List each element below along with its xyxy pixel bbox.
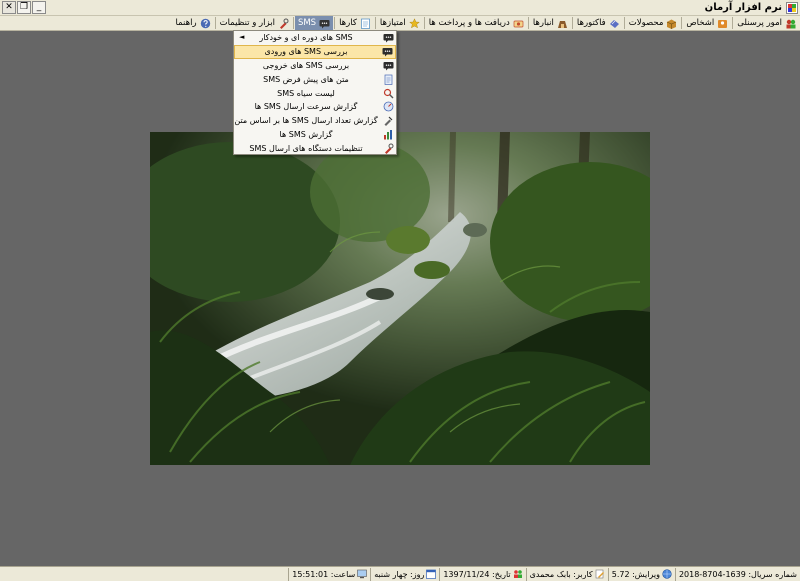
sms-menu-item[interactable]: بررسی SMS های خروجی [234,59,396,73]
menu-item-tools[interactable]: ابزار و تنظیمات [217,16,292,30]
menu-item-payment[interactable]: دریافت ها و پرداخت ها [426,16,527,30]
time-text: ساعت: 15:51:01 [292,569,356,579]
sms-dropdown-menu: SMS های دوره ای و خودکار ◄ بررسی SMS های و… [233,30,397,155]
date-text: تاریخ: 1397/11/24 [443,569,511,579]
sms-bubble-icon [383,34,394,43]
sms-bubble-icon [383,61,394,71]
menu-item-label: امتیازها [379,18,406,28]
menu-item-label: راهنما [175,18,197,28]
menu-separator [374,17,376,29]
user-text: کاربر: بابک محمدی [529,569,593,579]
sms-menu-item-label: گزارش تعداد ارسال SMS ها بر اساس متن [234,116,378,126]
sms-menu-item-label: لیست سیاه SMS [277,88,335,98]
menu-bar: امور پرسنلی اشخاص محصولات فاکتورها انبارها در… [0,16,800,31]
menu-item-help[interactable]: راهنما [173,16,214,30]
sms-menu-item-label: بررسی SMS های خروجی [262,60,350,70]
status-user: کاربر: بابک محمدی [525,567,608,581]
menu-separator [571,17,573,29]
sms-menu-item[interactable]: گزارش سرعت ارسال SMS ها [234,100,396,114]
window-title: نرم افزار آرمان [704,2,782,13]
invoice-icon [609,19,619,28]
contacts-icon [718,19,728,28]
edit-icon [595,569,604,579]
payment-icon [513,20,524,27]
sms-menu-item-label: SMS های دوره ای و خودکار [259,33,353,43]
people-icon [513,570,522,578]
forest-stream-photo [150,132,650,465]
restore-button[interactable]: ❐ [17,1,31,14]
menu-item-label: محصولات [628,18,664,28]
sms-menu-item[interactable]: SMS های دوره ای و خودکار ◄ [234,31,396,45]
sms-menu-item[interactable]: متن های پیش فرض SMS [234,72,396,86]
title-bar: ✕ ❐ _ نرم افزار آرمان [0,0,800,16]
document-icon [384,74,393,85]
tools-report-icon [384,116,393,127]
sms-icon [319,19,330,28]
status-date: تاریخ: 1397/11/24 [439,567,525,581]
menu-item-contacts[interactable]: اشخاص [683,16,731,30]
sms-menu-item[interactable]: بررسی SMS های ورودی [234,44,396,59]
menu-item-box[interactable]: محصولات [626,16,681,30]
submenu-arrow-icon: ◄ [239,33,245,41]
sms-menu-item[interactable]: لیست سیاه SMS [234,86,396,100]
sms-menu-item-label: تنظیمات دستگاه های ارسال SMS [249,143,363,153]
menu-item-tasks[interactable]: کارها [336,16,374,30]
star-icon [408,17,420,28]
menu-item-label: دریافت ها و پرداخت ها [428,18,510,28]
menu-item-sms[interactable]: SMS [294,16,334,30]
tools-icon [279,18,289,29]
help-icon [200,18,210,28]
sms-menu-item-label: گزارش سرعت ارسال SMS ها [254,102,358,112]
menu-separator [732,17,734,29]
minimize-button[interactable]: _ [32,1,46,14]
menu-separator [423,17,425,29]
app-logo-icon [786,2,798,14]
box-icon [667,19,677,29]
blacklist-icon [383,88,394,99]
sms-menu-item-label: گزارش SMS ها [279,129,333,139]
sms-menu-item[interactable]: گزارش SMS ها [234,128,396,142]
menu-item-star[interactable]: امتیازها [377,16,423,30]
menu-item-label: امور پرسنلی [737,18,782,28]
day-text: روز: چهار شنبه [374,569,425,579]
menu-separator [681,17,683,29]
sms-menu-item[interactable]: تنظیمات دستگاه های ارسال SMS [234,141,396,155]
menu-item-people[interactable]: امور پرسنلی [734,16,799,30]
menu-item-warehouse[interactable]: انبارها [530,16,571,30]
sms-menu-item-label: بررسی SMS های ورودی [264,47,348,57]
tasks-icon [361,18,370,29]
globe-icon [662,569,672,579]
settings-wrench-icon [385,143,394,154]
version-text: ویرایش: 5.72 [611,569,660,579]
monitor-icon [357,569,368,579]
warehouse-icon [557,20,567,28]
status-serial: شماره سریال: 1639-8704-2018 [674,567,800,581]
menu-item-label: انبارها [532,18,554,28]
menu-item-label: SMS [297,18,317,28]
menu-separator [527,17,529,29]
menu-separator [292,17,294,29]
people-icon [786,19,796,28]
status-time: ساعت: 15:51:01 [288,567,370,581]
menu-separator [623,17,625,29]
menu-item-invoice[interactable]: فاکتورها [574,16,623,30]
chart-report-icon [384,129,392,140]
menu-item-label: ابزار و تنظیمات [219,18,275,28]
menu-separator [214,17,216,29]
window-controls: ✕ ❐ _ [2,1,46,14]
calendar-icon [426,569,437,579]
status-version: ویرایش: 5.72 [607,567,675,581]
serial-number: شماره سریال: 1639-8704-2018 [678,569,797,579]
speed-icon [383,101,394,112]
sms-bubble-icon [382,48,393,57]
menu-item-label: کارها [339,18,357,28]
close-button[interactable]: ✕ [2,1,16,14]
status-bar: شماره سریال: 1639-8704-2018 ویرایش: 5.72… [0,566,800,581]
sms-menu-item[interactable]: گزارش تعداد ارسال SMS ها بر اساس متن [234,114,396,128]
sms-menu-item-label: متن های پیش فرض SMS [263,74,349,84]
menu-separator [334,17,336,29]
menu-item-label: اشخاص [686,18,715,28]
status-day: روز: چهار شنبه [370,567,439,581]
menu-item-label: فاکتورها [576,18,606,28]
